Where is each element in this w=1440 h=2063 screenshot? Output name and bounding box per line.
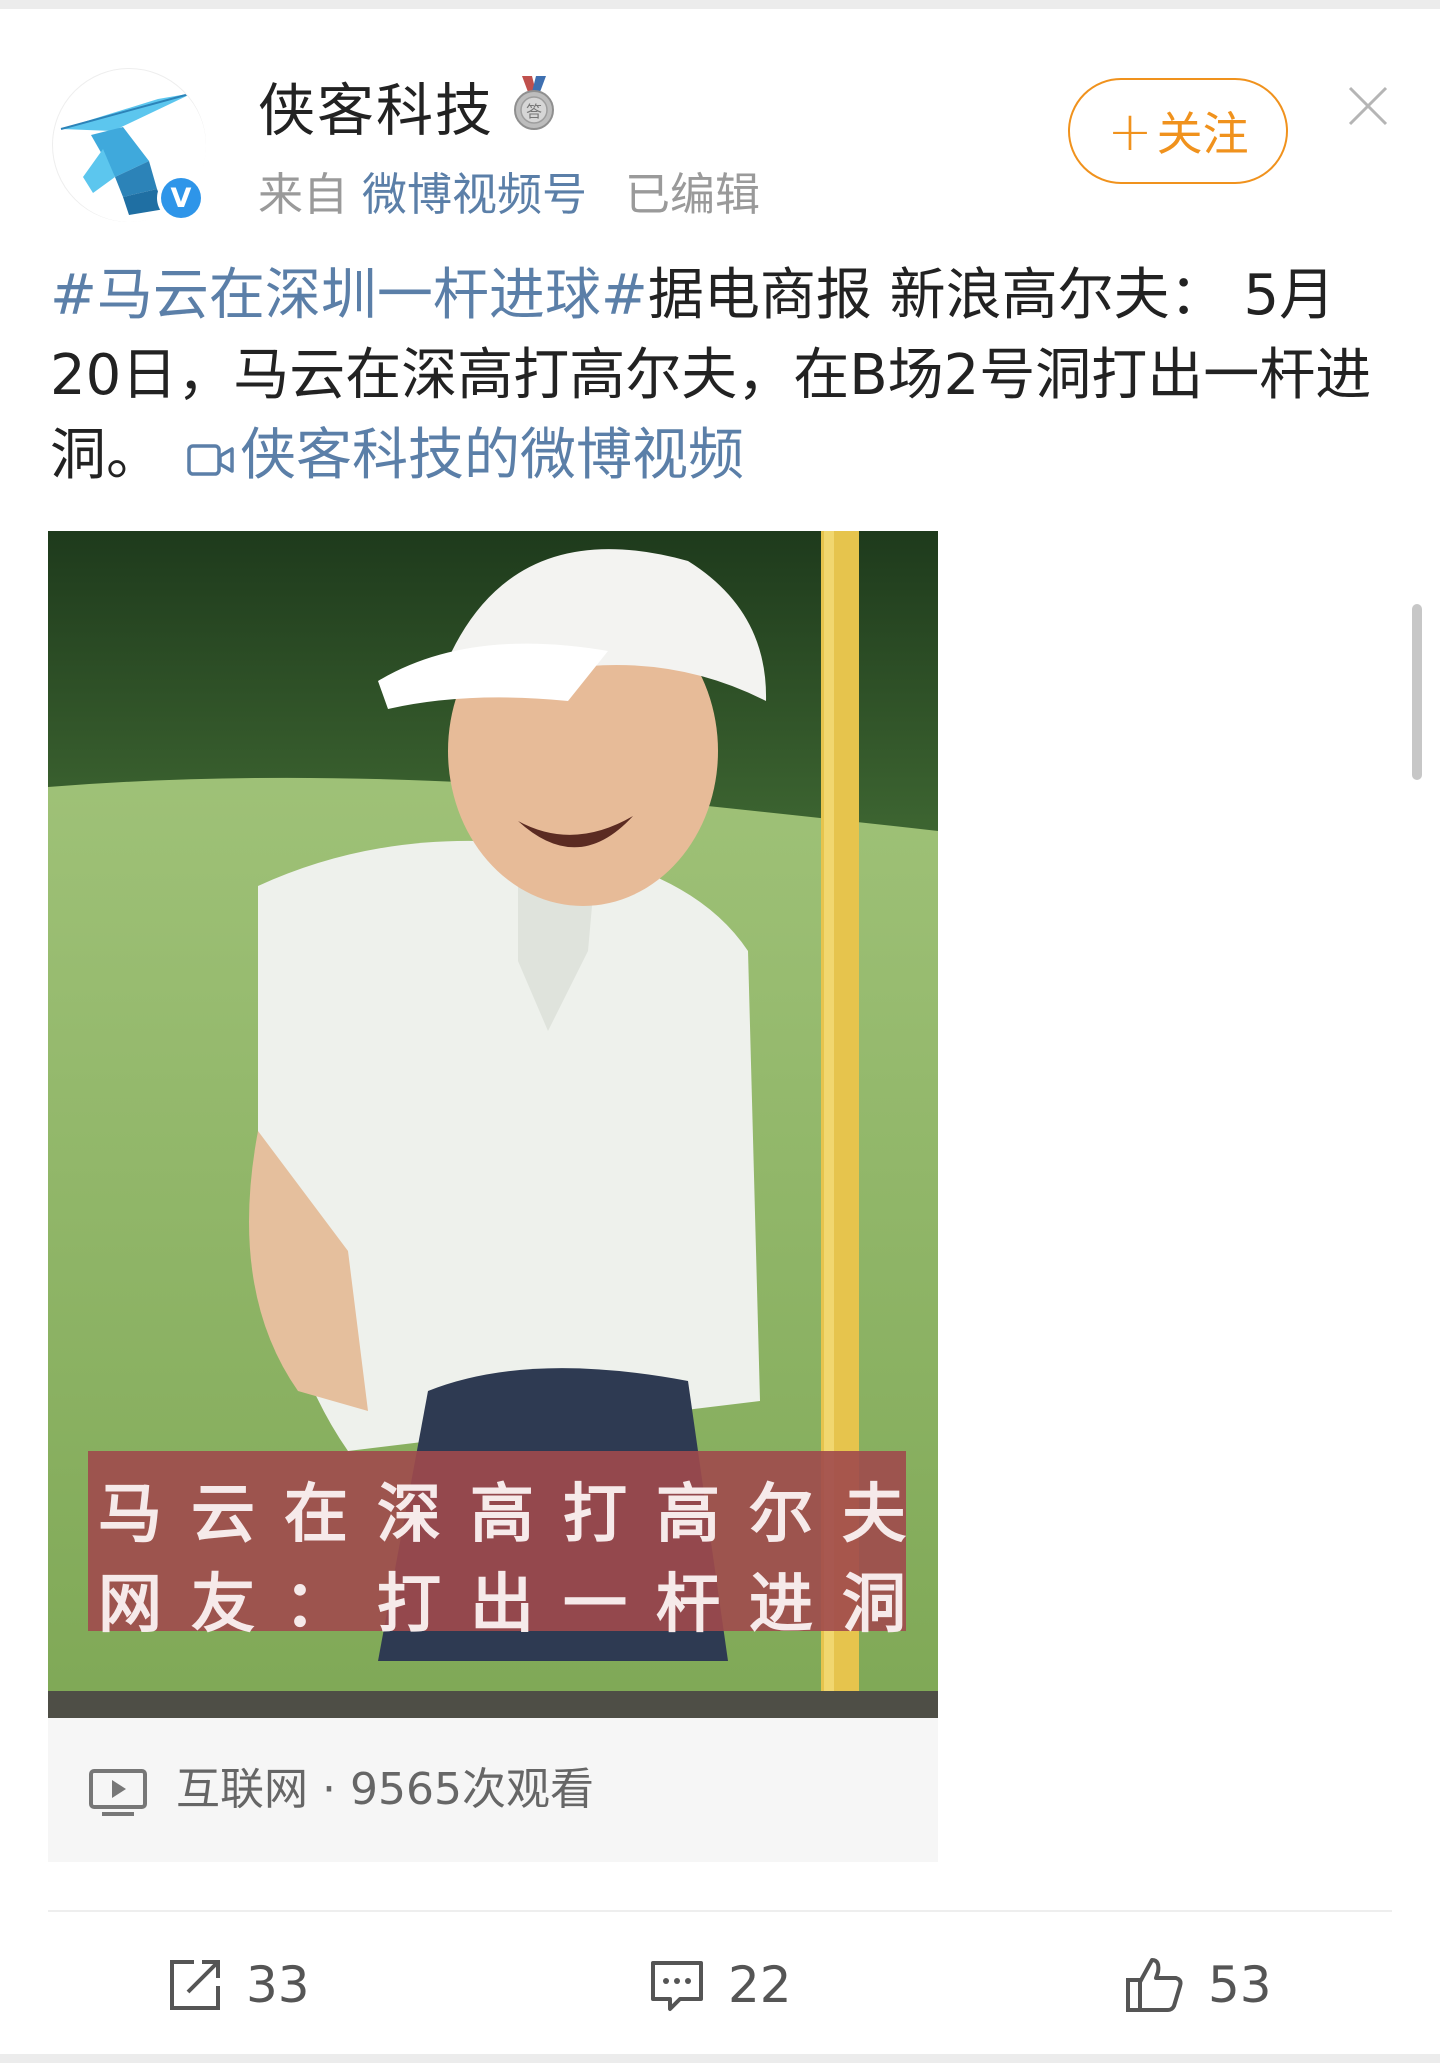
comment-count: 22: [728, 1956, 792, 2014]
medal-icon[interactable]: 答: [512, 76, 556, 132]
view-count: 9565次观看: [350, 1764, 594, 1815]
thumbs-up-icon: [1126, 1958, 1183, 2012]
video-player[interactable]: 马云在深高打高尔夫 网友：打出一杆进洞: [48, 531, 938, 1718]
topic-link[interactable]: #马云在深圳一杆进球#: [50, 263, 648, 328]
repost-button[interactable]: 33: [166, 1940, 310, 2030]
verified-v-icon: V: [157, 174, 205, 222]
like-count: 53: [1208, 1956, 1272, 2014]
action-bar: 33 22 53: [0, 1940, 1440, 2030]
video-caption-line-2: 网友：打出一杆进洞: [98, 1567, 935, 1642]
video-info-text: 互联网 · 9565次观看: [176, 1762, 594, 1818]
comment-button[interactable]: 22: [648, 1940, 792, 2030]
plus-icon: +: [1107, 99, 1153, 163]
post-text: #马云在深圳一杆进球#据电商报 新浪高尔夫： 5月20日，马云在深高打高尔夫，在…: [50, 256, 1400, 496]
follow-label: 关注: [1156, 107, 1249, 161]
play-screen-icon: [89, 1769, 147, 1816]
video-source-label: 互联网: [176, 1764, 308, 1815]
comment-icon: [651, 1961, 703, 2011]
close-icon[interactable]: [1346, 84, 1390, 128]
status-strip-bottom: [0, 2054, 1440, 2063]
divider: [48, 1910, 1392, 1912]
scrollbar[interactable]: [1412, 604, 1422, 780]
video-link[interactable]: 侠客科技的微博视频: [186, 423, 744, 488]
svg-text:答: 答: [526, 102, 542, 121]
video-link-label: 侠客科技的微博视频: [240, 423, 744, 488]
info-separator: ·: [322, 1764, 336, 1815]
source-prefix: 来自: [258, 168, 349, 221]
follow-button[interactable]: + 关注: [1068, 78, 1288, 184]
post-meta: 来自 微博视频号 已编辑: [258, 165, 760, 225]
repost-icon: [170, 1960, 220, 2010]
video-camera-icon: [187, 444, 234, 476]
like-button[interactable]: 53: [1124, 1940, 1272, 2030]
status-strip-top: [0, 0, 1440, 9]
edited-label: 已编辑: [625, 168, 761, 221]
video-info-bar: 互联网 · 9565次观看: [48, 1718, 938, 1862]
author-name[interactable]: 侠客科技: [258, 76, 494, 146]
source-link[interactable]: 微博视频号: [362, 168, 587, 221]
video-caption-line-1: 马云在深高打高尔夫: [98, 1477, 935, 1552]
repost-count: 33: [246, 1956, 310, 2014]
